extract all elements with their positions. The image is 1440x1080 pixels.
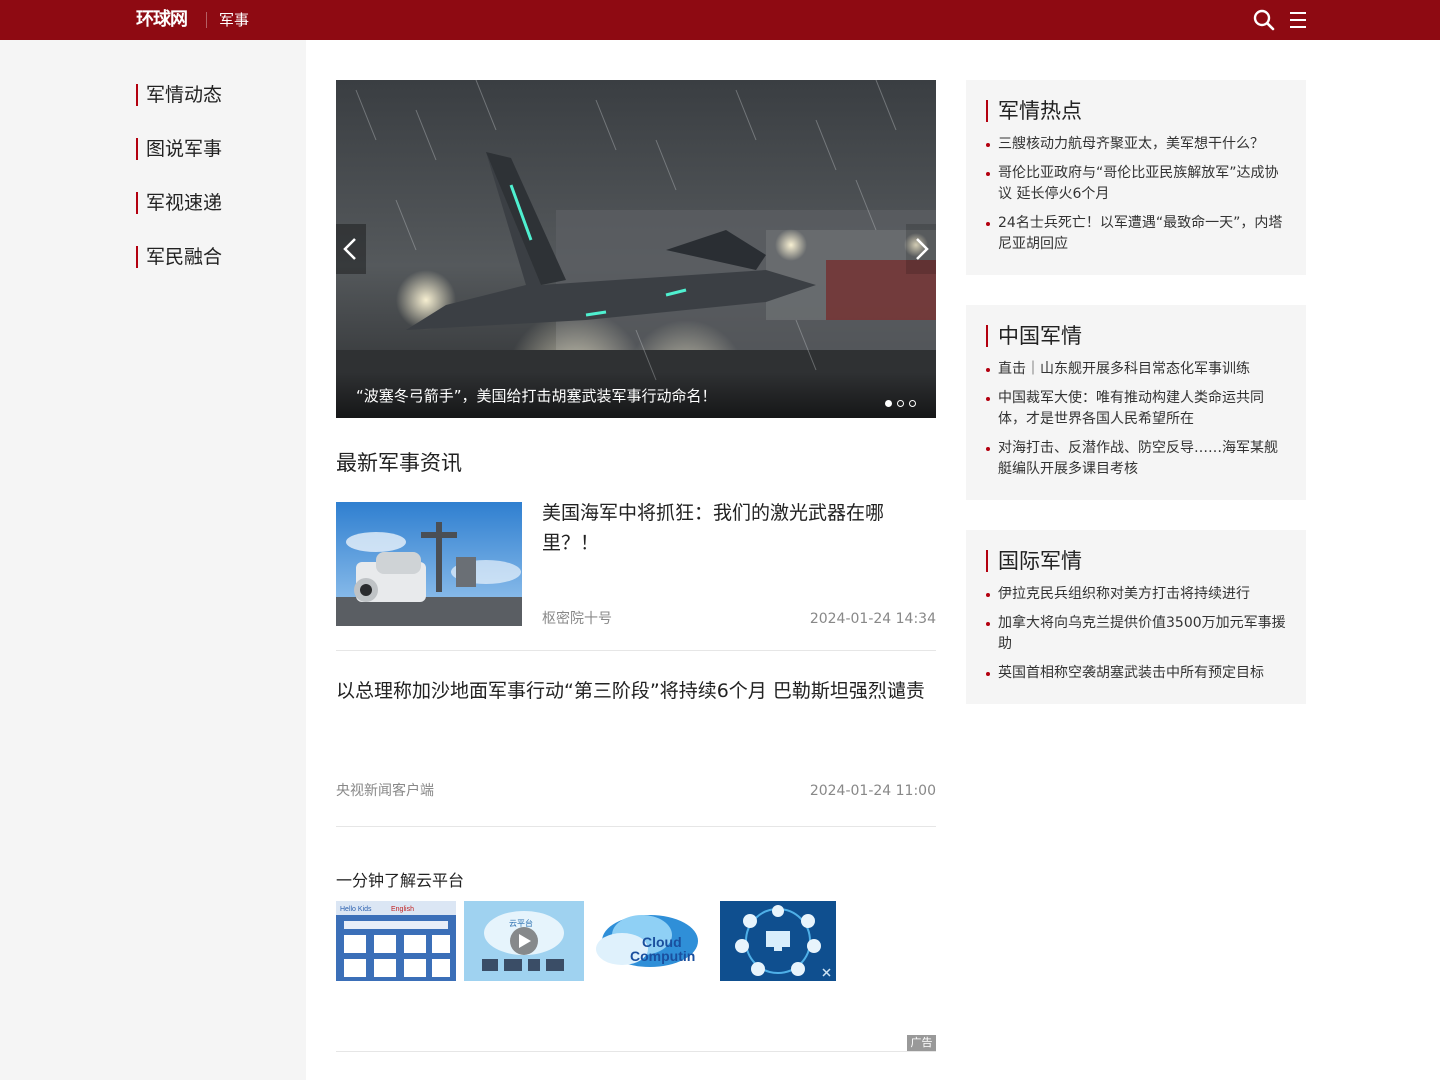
- ad-thumbnail-cloud-computing[interactable]: Cloud Computin: [592, 901, 712, 981]
- chevron-left-icon: [343, 238, 356, 260]
- search-button[interactable]: [1252, 8, 1276, 32]
- top-bar: 环球网 军事: [0, 0, 1440, 40]
- panel-title-international[interactable]: 国际军情: [986, 550, 1082, 572]
- image-slider[interactable]: “波塞冬弓箭手”，美国给打击胡塞武装军事行动命名！: [336, 80, 936, 418]
- ad-thumbnail-network-icons[interactable]: [720, 901, 836, 981]
- ad-thumbnail-english-app[interactable]: Hello Kids English: [336, 901, 456, 981]
- sidebar-item-civil-military[interactable]: 军民融合: [136, 246, 222, 268]
- panel-link[interactable]: 直击｜山东舰开展多科目常态化军事训练: [986, 359, 1286, 380]
- news-title-1[interactable]: 美国海军中将抓狂：我们的激光武器在哪里？！: [542, 498, 936, 558]
- panel-international-military: 国际军情 伊拉克民兵组织称对美方打击将持续进行 加拿大将向乌克兰提供价值3500…: [966, 530, 1306, 704]
- ad-title[interactable]: 一分钟了解云平台: [336, 870, 464, 892]
- news-title-2[interactable]: 以总理称加沙地面军事行动“第三阶段”将持续6个月 巴勒斯坦强烈谴责: [336, 676, 936, 706]
- news-divider-2: [336, 826, 936, 827]
- panel-link[interactable]: 加拿大将向乌克兰提供价值3500万加元军事援助: [986, 613, 1286, 655]
- channel-name[interactable]: 军事: [219, 9, 249, 31]
- sidebar-item-military-video[interactable]: 军视速递: [136, 192, 222, 214]
- search-icon: [1253, 9, 1275, 31]
- panel-list-china: 直击｜山东舰开展多科目常态化军事训练 中国裁军大使：唯有推动构建人类命运共同体，…: [986, 359, 1286, 488]
- news-source-2: 央视新闻客户端: [336, 783, 434, 799]
- header-divider: [206, 12, 207, 28]
- slider-prev-button[interactable]: [336, 224, 366, 274]
- news-time-1: 2024-01-24 14:34: [809, 611, 936, 627]
- panel-link[interactable]: 伊拉克民兵组织称对美方打击将持续进行: [986, 584, 1286, 605]
- panel-title-hot[interactable]: 军情热点: [986, 100, 1082, 122]
- latest-news-heading: 最新军事资讯: [336, 451, 462, 475]
- panel-link[interactable]: 对海打击、反潜作战、防空反导……海军某舰艇编队开展多课目考核: [986, 438, 1286, 480]
- panel-link[interactable]: 24名士兵死亡！以军遭遇“最致命一天”，内塔尼亚胡回应: [986, 213, 1286, 255]
- ad-label: 广告: [907, 1035, 936, 1051]
- slider-dot-2[interactable]: [897, 400, 904, 407]
- news-thumbnail-laser-weapon[interactable]: [336, 502, 522, 626]
- menu-button[interactable]: [1287, 9, 1309, 31]
- site-logo[interactable]: 环球网: [136, 8, 188, 32]
- ad-thumb-text-hello: Hello Kids: [340, 906, 372, 913]
- news-source-1: 枢密院十号: [542, 611, 612, 627]
- panel-china-military: 中国军情 直击｜山东舰开展多科目常态化军事训练 中国裁军大使：唯有推动构建人类命…: [966, 305, 1306, 500]
- ad-thumbnail-cloud-platform-video[interactable]: 云平台: [464, 901, 584, 981]
- chevron-right-icon: [916, 238, 929, 260]
- ad-thumb-text-english: English: [391, 906, 414, 913]
- ad-divider: [336, 1051, 936, 1052]
- slide-photo-fighter-jet[interactable]: [336, 80, 936, 418]
- slide-caption-text[interactable]: “波塞冬弓箭手”，美国给打击胡塞武装军事行动命名！: [356, 386, 717, 406]
- panel-title-china[interactable]: 中国军情: [986, 325, 1082, 347]
- slide-caption[interactable]: “波塞冬弓箭手”，美国给打击胡塞武装军事行动命名！: [336, 372, 936, 418]
- sidebar-item-picture-military[interactable]: 图说军事: [136, 138, 222, 160]
- slider-next-button[interactable]: [906, 224, 936, 274]
- panel-list-hot: 三艘核动力航母齐聚亚太，美军想干什么？ 哥伦比亚政府与“哥伦比亚民族解放军”达成…: [986, 134, 1286, 263]
- panel-link[interactable]: 哥伦比亚政府与“哥伦比亚民族解放军”达成协议 延长停火6个月: [986, 163, 1286, 205]
- ad-thumb-text-cloud-platform: 云平台: [509, 918, 533, 928]
- panel-link[interactable]: 中国裁军大使：唯有推动构建人类命运共同体，才是世界各国人民希望所在: [986, 388, 1286, 430]
- slider-dot-1[interactable]: [885, 400, 892, 407]
- menu-icon: [1290, 12, 1306, 28]
- news-divider-1: [336, 650, 936, 651]
- ad-thumb-text-computin: Computin: [630, 948, 695, 964]
- sidebar-item-military-news[interactable]: 军情动态: [136, 84, 222, 106]
- news-time-2: 2024-01-24 11:00: [809, 783, 936, 799]
- panel-link[interactable]: 三艘核动力航母齐聚亚太，美军想干什么？: [986, 134, 1286, 155]
- slider-dots: [880, 392, 916, 407]
- panel-hot-military: 军情热点 三艘核动力航母齐聚亚太，美军想干什么？ 哥伦比亚政府与“哥伦比亚民族解…: [966, 80, 1306, 275]
- panel-link[interactable]: 英国首相称空袭胡塞武装击中所有预定目标: [986, 663, 1286, 684]
- panel-list-international: 伊拉克民兵组织称对美方打击将持续进行 加拿大将向乌克兰提供价值3500万加元军事…: [986, 584, 1286, 692]
- slider-dot-3[interactable]: [909, 400, 916, 407]
